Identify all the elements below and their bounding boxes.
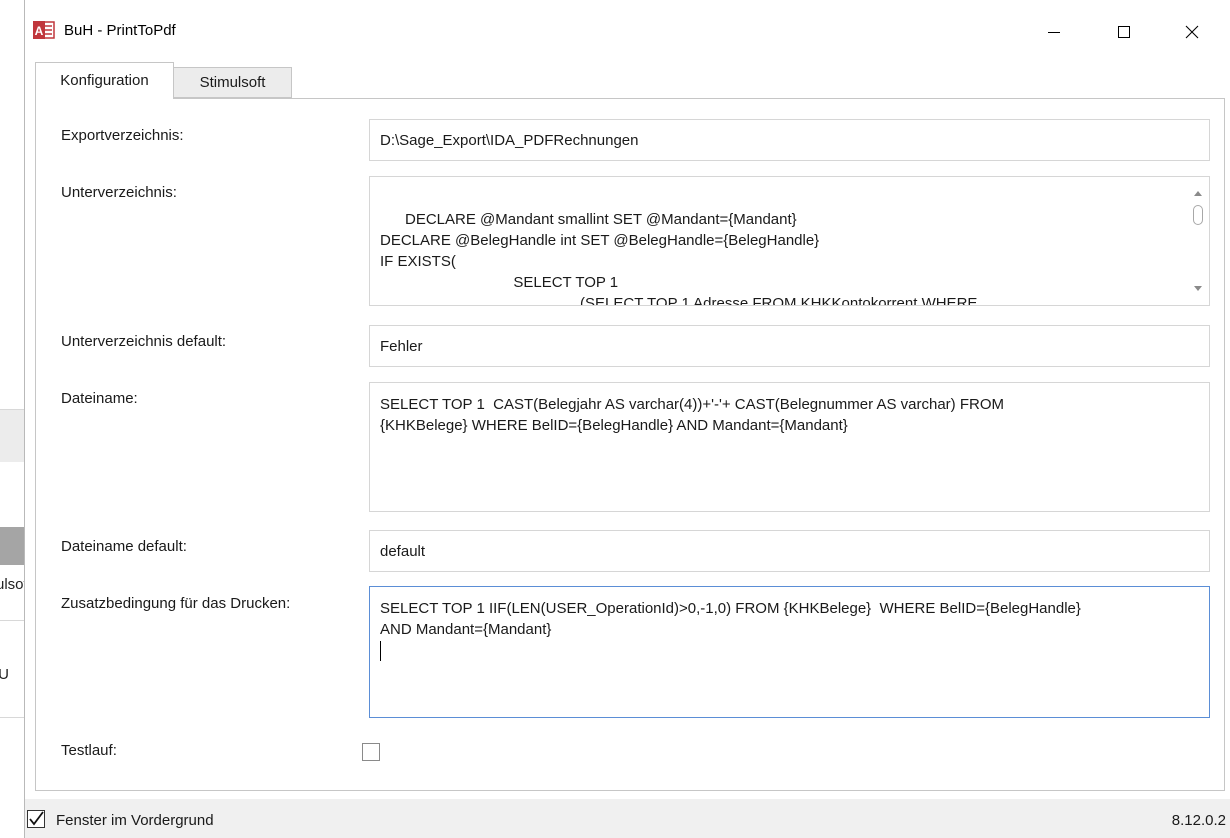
text-caret (380, 641, 381, 662)
checkmark-icon (27, 810, 45, 828)
minimize-icon (1048, 32, 1060, 33)
tab-strip: Konfiguration Stimulsoft (35, 62, 1225, 99)
zusatzbedingung-text: SELECT TOP 1 IIF(LEN(USER_OperationId)>0… (380, 600, 1081, 638)
dateiname-default-input[interactable]: default (369, 530, 1210, 572)
unterverzeichnis-text: DECLARE @Mandant smallint SET @Mandant={… (380, 211, 978, 306)
status-bar: Fenster im Vordergrund 8.12.0.2 (25, 799, 1230, 838)
dateiname-label: Dateiname: (61, 390, 138, 407)
foreground-checkbox[interactable] (27, 810, 45, 828)
testlauf-checkbox[interactable] (362, 743, 380, 761)
close-icon (1185, 25, 1199, 39)
exportverzeichnis-label: Exportverzeichnis: (61, 127, 184, 144)
unterverzeichnis-scrollbar[interactable] (1187, 177, 1209, 305)
tab-stimulsoft[interactable]: Stimulsoft (174, 67, 292, 98)
version-label: 8.12.0.2 (1171, 812, 1226, 829)
unterverzeichnis-default-label: Unterverzeichnis default: (61, 333, 227, 350)
unterverzeichnis-default-input[interactable]: Fehler (369, 325, 1210, 367)
svg-text:A: A (35, 24, 44, 38)
scroll-down-icon[interactable] (1194, 286, 1202, 291)
maximize-button[interactable] (1101, 14, 1147, 50)
zusatzbedingung-textarea[interactable]: SELECT TOP 1 IIF(LEN(USER_OperationId)>0… (369, 586, 1210, 718)
dateiname-textarea[interactable]: SELECT TOP 1 CAST(Belegjahr AS varchar(4… (369, 382, 1210, 512)
unterverzeichnis-label: Unterverzeichnis: (61, 184, 177, 201)
close-button[interactable] (1169, 14, 1215, 50)
main-window: A BuH - PrintToPdf Konfiguration Stimuls… (24, 0, 1230, 838)
maximize-icon (1118, 26, 1130, 38)
scroll-thumb[interactable] (1193, 205, 1203, 225)
scroll-up-icon[interactable] (1194, 191, 1202, 196)
title-bar[interactable]: A BuH - PrintToPdf (25, 0, 1230, 62)
window-title: BuH - PrintToPdf (64, 22, 176, 39)
exportverzeichnis-input[interactable]: D:\Sage_Export\IDA_PDFRechnungen (369, 119, 1210, 161)
testlauf-label: Testlauf: (61, 742, 117, 759)
konfiguration-panel: Exportverzeichnis: D:\Sage_Export\IDA_PD… (35, 98, 1225, 791)
minimize-button[interactable] (1031, 14, 1077, 50)
unterverzeichnis-textarea[interactable]: DECLARE @Mandant smallint SET @Mandant={… (369, 176, 1210, 306)
foreground-label[interactable]: Fenster im Vordergrund (56, 811, 214, 831)
zusatzbedingung-label: Zusatzbedingung für das Drucken: (61, 595, 291, 612)
tab-konfiguration[interactable]: Konfiguration (35, 62, 174, 99)
dateiname-default-label: Dateiname default: (61, 538, 187, 555)
access-icon: A (33, 20, 55, 40)
